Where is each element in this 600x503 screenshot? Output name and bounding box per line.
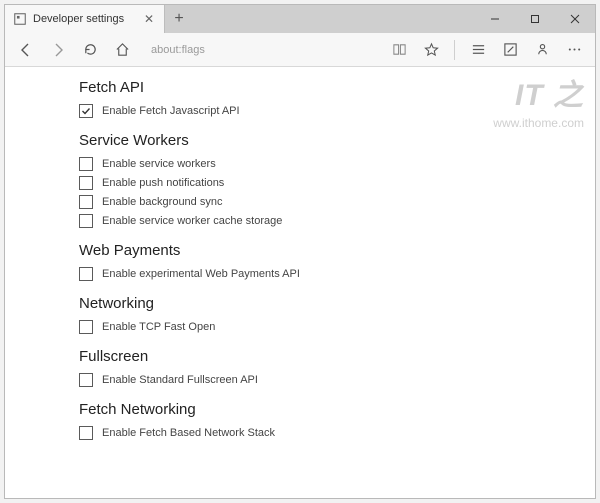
- browser-window: Developer settings ✕ + a: [4, 4, 596, 499]
- more-button[interactable]: [559, 35, 589, 65]
- tab-close-icon[interactable]: ✕: [142, 13, 156, 25]
- option-row: Enable experimental Web Payments API: [79, 267, 595, 281]
- section-title: Service Workers: [79, 132, 595, 149]
- option-row: Enable service worker cache storage: [79, 214, 595, 228]
- back-button[interactable]: [11, 35, 41, 65]
- checkbox[interactable]: [79, 373, 93, 387]
- favorite-button[interactable]: [416, 35, 446, 65]
- option-label: Enable Fetch Based Network Stack: [102, 427, 275, 439]
- section-title: Fetch API: [79, 79, 595, 96]
- checkbox[interactable]: [79, 176, 93, 190]
- option-row: Enable service workers: [79, 157, 595, 171]
- window-minimize-button[interactable]: [475, 5, 515, 33]
- window-maximize-button[interactable]: [515, 5, 555, 33]
- browser-tab[interactable]: Developer settings ✕: [5, 5, 165, 33]
- option-row: Enable Fetch Based Network Stack: [79, 426, 595, 440]
- checkbox[interactable]: [79, 214, 93, 228]
- checkbox[interactable]: [79, 104, 93, 118]
- tab-title: Developer settings: [33, 13, 136, 25]
- window-controls: [475, 5, 595, 33]
- forward-button[interactable]: [43, 35, 73, 65]
- section-title: Web Payments: [79, 242, 595, 259]
- webnote-button[interactable]: [495, 35, 525, 65]
- section-title: Fetch Networking: [79, 401, 595, 418]
- option-row: Enable TCP Fast Open: [79, 320, 595, 334]
- tab-strip: Developer settings ✕ +: [5, 5, 595, 33]
- hub-button[interactable]: [463, 35, 493, 65]
- reading-view-button[interactable]: [384, 35, 414, 65]
- option-label: Enable background sync: [102, 196, 222, 208]
- checkbox[interactable]: [79, 195, 93, 209]
- option-row: Enable Standard Fullscreen API: [79, 373, 595, 387]
- page-content: Fetch API Enable Fetch Javascript API Se…: [5, 67, 595, 498]
- checkbox[interactable]: [79, 157, 93, 171]
- option-label: Enable service workers: [102, 158, 216, 170]
- option-label: Enable push notifications: [102, 177, 224, 189]
- toolbar-separator: [454, 40, 455, 60]
- option-label: Enable TCP Fast Open: [102, 321, 215, 333]
- checkbox[interactable]: [79, 426, 93, 440]
- option-label: Enable Fetch Javascript API: [102, 105, 240, 117]
- home-button[interactable]: [107, 35, 137, 65]
- address-bar[interactable]: about:flags: [143, 38, 378, 62]
- refresh-button[interactable]: [75, 35, 105, 65]
- checkbox[interactable]: [79, 267, 93, 281]
- share-button[interactable]: [527, 35, 557, 65]
- checkbox[interactable]: [79, 320, 93, 334]
- section-title: Fullscreen: [79, 348, 595, 365]
- window-close-button[interactable]: [555, 5, 595, 33]
- option-label: Enable experimental Web Payments API: [102, 268, 300, 280]
- option-row: Enable background sync: [79, 195, 595, 209]
- option-row: Enable Fetch Javascript API: [79, 104, 595, 118]
- option-row: Enable push notifications: [79, 176, 595, 190]
- option-label: Enable service worker cache storage: [102, 215, 282, 227]
- new-tab-button[interactable]: +: [165, 5, 193, 33]
- section-title: Networking: [79, 295, 595, 312]
- toolbar: about:flags: [5, 33, 595, 67]
- option-label: Enable Standard Fullscreen API: [102, 374, 258, 386]
- tab-favicon-icon: [13, 12, 27, 26]
